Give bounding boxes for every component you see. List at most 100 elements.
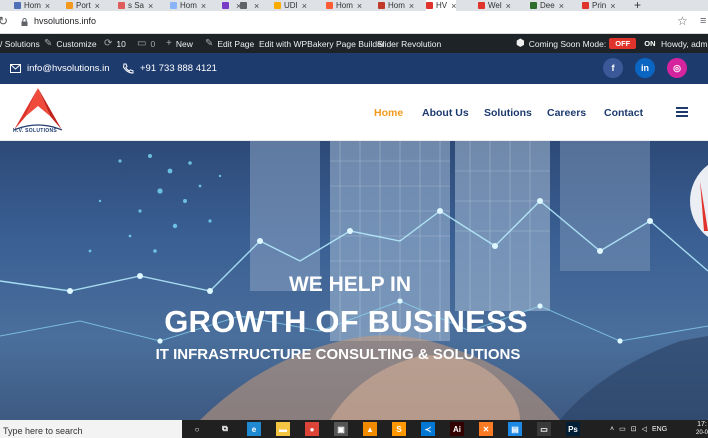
tab-title: Dee bbox=[540, 1, 555, 10]
nav-item-solutions[interactable]: Solutions bbox=[484, 84, 532, 141]
nav-item-home[interactable]: Home bbox=[374, 84, 403, 141]
task-view-icon[interactable]: ⧉ bbox=[218, 422, 232, 436]
tab-close-icon[interactable]: × bbox=[201, 1, 206, 11]
vlc-icon[interactable]: ▲ bbox=[363, 422, 377, 436]
tab-close-icon[interactable]: × bbox=[254, 1, 259, 11]
browser-tab[interactable]: × bbox=[240, 0, 259, 11]
tab-close-icon[interactable]: × bbox=[610, 1, 615, 11]
tab-close-icon[interactable]: × bbox=[45, 1, 50, 11]
browser-menu-icon[interactable]: ≡ bbox=[700, 15, 706, 27]
site-header: H.V. SOLUTIONS Home About Us Solutions Care… bbox=[0, 84, 708, 141]
nav-item-about-us[interactable]: About Us bbox=[422, 84, 469, 141]
tab-close-icon[interactable]: × bbox=[506, 1, 511, 11]
wp-admin-bar: / Solutions ✎ Customize ⟳ 10 ▭ 0 + New ✎ Edit… bbox=[0, 34, 708, 53]
tab-close-icon[interactable]: × bbox=[95, 1, 100, 11]
admin-wpbakery[interactable]: Edit with WPBakery Page Builder bbox=[259, 34, 385, 53]
nav-item-contact[interactable]: Contact bbox=[604, 84, 643, 141]
admin-howdy[interactable]: Howdy, admin bbox=[661, 34, 708, 53]
tab-close-icon[interactable]: × bbox=[148, 1, 153, 11]
sublime-icon[interactable]: S bbox=[392, 422, 406, 436]
tab-title: UDI bbox=[284, 1, 298, 10]
admin-edit-page[interactable]: ✎ Edit Page bbox=[205, 34, 254, 53]
tab-close-icon[interactable]: × bbox=[357, 1, 362, 11]
tab-title: Hom bbox=[388, 1, 405, 10]
photoshop-icon[interactable]: Ps bbox=[566, 422, 580, 436]
tab-favicon-icon bbox=[14, 2, 21, 9]
browser-tab[interactable]: s Sa × bbox=[118, 0, 153, 11]
comment-icon: ▭ bbox=[137, 38, 147, 49]
coming-soon-on-button[interactable]: ON bbox=[644, 39, 655, 48]
nav-item-careers[interactable]: Careers bbox=[547, 84, 586, 141]
envelope-icon bbox=[10, 64, 21, 73]
chrome-icon[interactable]: ● bbox=[305, 422, 319, 436]
xampp-icon[interactable]: ✕ bbox=[479, 422, 493, 436]
admin-new[interactable]: + New bbox=[166, 34, 193, 53]
network-icon[interactable]: ⊡ bbox=[631, 425, 637, 433]
logo-text: H.V. SOLUTIONS bbox=[13, 128, 58, 134]
photos-icon[interactable]: ▭ bbox=[537, 422, 551, 436]
browser-tab[interactable]: UDI × bbox=[274, 0, 307, 11]
lock-icon[interactable] bbox=[21, 18, 28, 26]
new-tab-button[interactable]: + bbox=[634, 0, 641, 11]
coming-soon-off-button[interactable]: OFF bbox=[609, 38, 637, 49]
cortana-icon[interactable]: ○ bbox=[190, 422, 204, 436]
browser-tab[interactable]: Hom × bbox=[170, 0, 206, 11]
store-icon[interactable]: ▣ bbox=[334, 422, 348, 436]
admin-coming-soon[interactable]: ⬢ Coming Soon Mode: OFF ON bbox=[516, 34, 655, 53]
browser-tab[interactable]: Hom × bbox=[378, 0, 414, 11]
facebook-icon[interactable]: f bbox=[603, 58, 623, 78]
plus-icon: + bbox=[166, 38, 172, 49]
language-indicator[interactable]: ENG bbox=[652, 426, 667, 433]
instagram-icon[interactable]: ◎ bbox=[667, 58, 687, 78]
hero-banner: WE HELP IN GROWTH OF BUSINESS IT INFRAST… bbox=[0, 141, 708, 420]
tab-favicon-icon bbox=[240, 2, 247, 9]
clock[interactable]: 17: 20-0 bbox=[696, 420, 708, 438]
browser-tab[interactable]: Hom × bbox=[14, 0, 50, 11]
battery-icon[interactable]: ▭ bbox=[619, 425, 626, 433]
admin-comments[interactable]: ▭ 0 bbox=[137, 34, 155, 53]
tab-title: HV bbox=[436, 1, 448, 10]
browser-tab[interactable]: Wel × bbox=[478, 0, 511, 11]
browser-tab[interactable]: Prin × bbox=[582, 0, 616, 11]
file-explorer-icon[interactable]: ▬ bbox=[276, 422, 290, 436]
tab-favicon-icon bbox=[530, 2, 537, 9]
browser-tab[interactable]: HV × bbox=[426, 0, 457, 11]
tab-close-icon[interactable]: × bbox=[409, 1, 414, 11]
contact-bar: info@hvsolutions.in +91 733 888 4121 f in… bbox=[0, 53, 708, 84]
notepad-icon[interactable]: ▤ bbox=[508, 422, 522, 436]
tab-close-icon[interactable]: × bbox=[302, 1, 307, 11]
tab-close-icon[interactable]: × bbox=[451, 1, 456, 11]
admin-customize[interactable]: ✎ Customize bbox=[44, 34, 97, 53]
tab-favicon-icon bbox=[582, 2, 589, 9]
chevron-up-icon[interactable]: ˄ bbox=[610, 426, 614, 433]
admin-slider-revolution[interactable]: Slider Revolution bbox=[377, 34, 441, 53]
linkedin-icon[interactable]: in bbox=[635, 58, 655, 78]
contact-email[interactable]: info@hvsolutions.in bbox=[10, 53, 110, 84]
tab-title: Hom bbox=[180, 1, 197, 10]
tab-favicon-icon bbox=[170, 2, 177, 9]
windows-taskbar: Type here to search ○ ⧉ e ▬ ● ▣ ▲ S ≺ Ai ✕ ▤ ▭ Ps ˄ ▭… bbox=[0, 420, 708, 438]
browser-tab-strip: Hom × Port × s Sa × Hom × × × UDI × Hom × Hom × HV × Wel × D… bbox=[0, 0, 708, 11]
browser-tab[interactable]: Dee × bbox=[530, 0, 564, 11]
browser-tab[interactable]: × bbox=[222, 0, 241, 11]
admin-updates[interactable]: ⟳ 10 bbox=[104, 34, 126, 53]
admin-site-name[interactable]: / Solutions bbox=[0, 34, 40, 53]
browser-tab[interactable]: Port × bbox=[66, 0, 100, 11]
reload-icon[interactable]: ↻ bbox=[0, 14, 8, 28]
pencil-icon: ✎ bbox=[205, 38, 214, 49]
taskbar-search-input[interactable]: Type here to search bbox=[0, 420, 182, 438]
hero-subheading: IT INFRASTRUCTURE CONSULTING & SOLUTIONS bbox=[155, 346, 521, 363]
edge-icon[interactable]: e bbox=[247, 422, 261, 436]
cube-icon: ⬢ bbox=[516, 38, 525, 49]
tab-close-icon[interactable]: × bbox=[559, 1, 564, 11]
vscode-icon[interactable]: ≺ bbox=[421, 422, 435, 436]
browser-tab[interactable]: Hom × bbox=[326, 0, 362, 11]
bookmark-star-icon[interactable]: ☆ bbox=[677, 14, 688, 28]
volume-icon[interactable]: ◁ bbox=[642, 425, 647, 433]
hamburger-menu-icon[interactable] bbox=[676, 107, 688, 117]
contact-phone[interactable]: +91 733 888 4121 bbox=[122, 53, 217, 84]
address-bar[interactable]: hvsolutions.info bbox=[34, 16, 96, 26]
browser-toolbar: ↻ hvsolutions.info ☆ ≡ bbox=[0, 11, 708, 34]
tab-title: Hom bbox=[24, 1, 41, 10]
illustrator-icon[interactable]: Ai bbox=[450, 422, 464, 436]
